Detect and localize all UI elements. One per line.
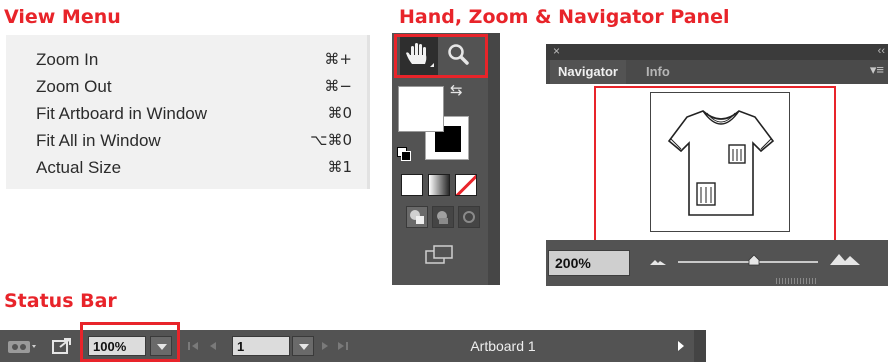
panel-menu-icon[interactable]: ▾≡ xyxy=(870,62,884,78)
zoom-in-mountain-icon[interactable] xyxy=(828,248,862,268)
share-export-icon[interactable] xyxy=(50,335,74,357)
zoom-field-highlight-box xyxy=(80,322,180,362)
gradient-mode-button[interactable] xyxy=(428,174,450,196)
view-menu-heading: View Menu xyxy=(4,6,121,28)
swap-fill-stroke-icon[interactable]: ⇆ xyxy=(450,81,463,99)
fill-color-swatch[interactable] xyxy=(398,86,444,132)
tools-panel: ⇆ xyxy=(392,33,500,285)
menu-item-zoom-in[interactable]: Zoom In ⌘+ xyxy=(6,48,370,72)
panel-title-bar: × ‹‹ xyxy=(546,44,888,60)
zoom-slider-thumb[interactable] xyxy=(748,254,760,266)
none-mode-button[interactable] xyxy=(455,174,477,196)
artboard-number-field[interactable]: 1 xyxy=(232,336,290,356)
tab-info[interactable]: Info xyxy=(638,60,678,84)
hand-zoom-highlight-box xyxy=(394,34,488,78)
draw-behind-button[interactable] xyxy=(432,206,454,228)
draw-normal-button[interactable] xyxy=(406,206,428,228)
menu-item-label: Fit All in Window xyxy=(36,131,161,150)
proxy-view-rectangle[interactable] xyxy=(594,86,836,240)
status-options-icon[interactable] xyxy=(6,335,36,357)
menu-item-fit-artboard[interactable]: Fit Artboard in Window ⌘0 xyxy=(6,102,370,126)
status-bar-heading: Status Bar xyxy=(4,290,117,312)
panel-divider xyxy=(488,33,500,285)
artboard-nav-prev-icons[interactable] xyxy=(182,335,230,357)
zoom-out-mountain-icon[interactable] xyxy=(646,254,670,268)
current-artboard-label: Artboard 1 xyxy=(470,338,536,354)
menu-item-shortcut: ⌘1 xyxy=(327,158,352,176)
menu-item-shortcut: ⌘− xyxy=(324,77,352,95)
menu-item-zoom-out[interactable]: Zoom Out ⌘− xyxy=(6,75,370,99)
draw-behind-icon xyxy=(437,211,448,224)
screen-mode-button[interactable] xyxy=(422,243,458,267)
draw-inside-button[interactable] xyxy=(458,206,480,228)
menu-item-shortcut: ⌥⌘0 xyxy=(310,131,352,149)
menu-item-shortcut: ⌘0 xyxy=(327,104,352,122)
navigator-zoom-controls: 200% xyxy=(546,240,888,286)
navigator-preview[interactable] xyxy=(546,84,888,240)
menu-item-label: Actual Size xyxy=(36,158,122,177)
default-colors-icon[interactable] xyxy=(397,147,411,161)
menu-item-label: Fit Artboard in Window xyxy=(36,104,208,123)
screen-mode-icon xyxy=(425,245,453,264)
color-mode-button[interactable] xyxy=(401,174,423,196)
draw-inside-icon xyxy=(463,211,475,223)
status-bar-edge xyxy=(694,330,706,362)
menu-item-label: Zoom Out xyxy=(36,77,112,96)
navigator-panel-heading: Hand, Zoom & Navigator Panel xyxy=(399,6,730,28)
navigator-panel: × ‹‹ Navigator Info ▾≡ 200% xyxy=(546,44,888,286)
panel-tab-bar: Navigator Info ▾≡ xyxy=(546,60,888,84)
menu-item-shortcut: ⌘+ xyxy=(324,50,352,68)
menu-item-fit-all[interactable]: Fit All in Window ⌥⌘0 xyxy=(6,129,370,153)
view-menu: Zoom In ⌘+ Zoom Out ⌘− Fit Artboard in W… xyxy=(6,35,370,189)
close-icon[interactable]: × xyxy=(553,44,560,59)
collapse-icon[interactable]: ‹‹ xyxy=(878,44,885,59)
resize-grip[interactable] xyxy=(776,278,816,284)
menu-item-actual-size[interactable]: Actual Size ⌘1 xyxy=(6,156,370,180)
status-menu-arrow-icon[interactable] xyxy=(676,338,686,354)
zoom-level-field[interactable]: 200% xyxy=(548,250,630,276)
menu-item-label: Zoom In xyxy=(36,50,99,69)
tab-navigator[interactable]: Navigator xyxy=(550,60,626,84)
draw-normal-icon xyxy=(410,210,424,224)
